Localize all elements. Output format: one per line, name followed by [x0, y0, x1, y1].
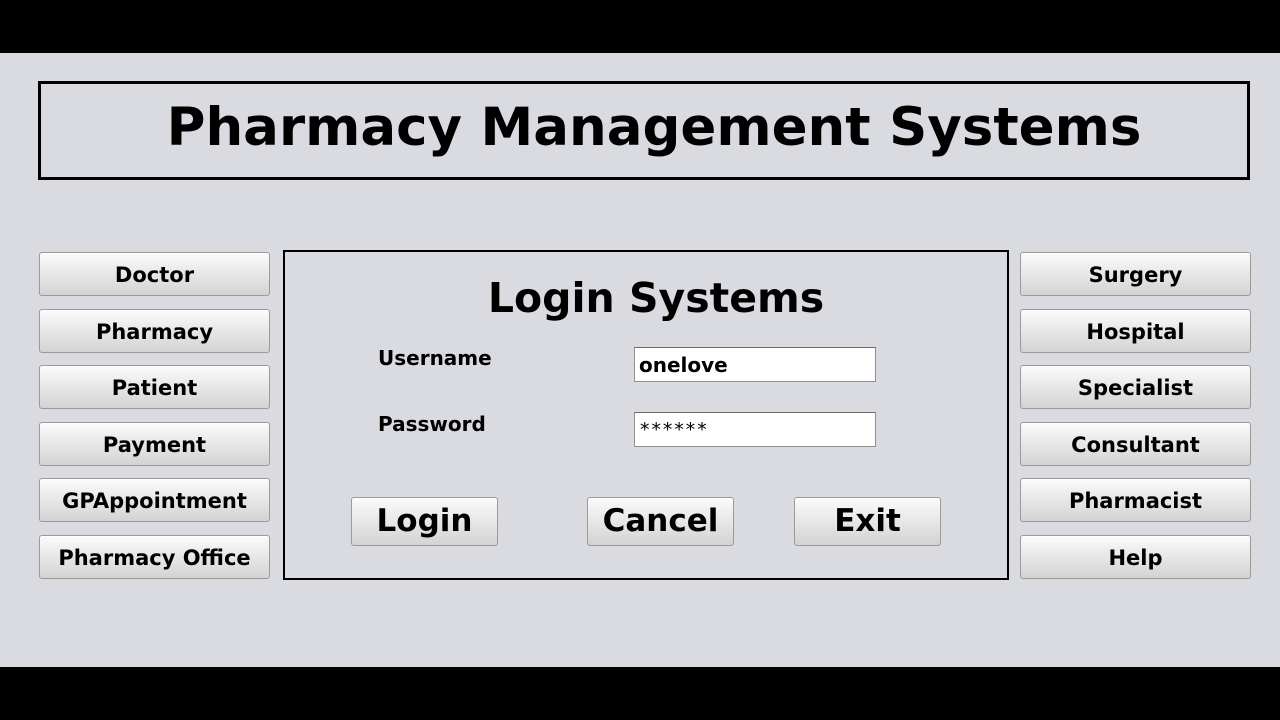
app-title: Pharmacy Management Systems	[166, 97, 1142, 158]
consultant-button[interactable]: Consultant	[1020, 422, 1251, 466]
login-button[interactable]: Login	[351, 497, 498, 546]
title-frame: Pharmacy Management Systems	[38, 81, 1250, 180]
doctor-button[interactable]: Doctor	[39, 252, 270, 296]
login-title: Login Systems	[487, 274, 825, 322]
specialist-button[interactable]: Specialist	[1020, 365, 1251, 409]
pharmacy-office-button[interactable]: Pharmacy Office	[39, 535, 270, 579]
gpappointment-button[interactable]: GPAppointment	[39, 478, 270, 522]
help-button[interactable]: Help	[1020, 535, 1251, 579]
patient-button[interactable]: Patient	[39, 365, 270, 409]
hospital-button[interactable]: Hospital	[1020, 309, 1251, 353]
password-label: Password	[378, 412, 486, 436]
surgery-button[interactable]: Surgery	[1020, 252, 1251, 296]
payment-button[interactable]: Payment	[39, 422, 270, 466]
password-field[interactable]	[634, 412, 876, 447]
cancel-button[interactable]: Cancel	[587, 497, 734, 546]
login-panel: Login Systems Username Password Login Ca…	[283, 250, 1009, 580]
pharmacist-button[interactable]: Pharmacist	[1020, 478, 1251, 522]
username-label: Username	[378, 346, 492, 370]
app-window: Pharmacy Management Systems Doctor Pharm…	[0, 53, 1280, 667]
username-field[interactable]	[634, 347, 876, 382]
pharmacy-button[interactable]: Pharmacy	[39, 309, 270, 353]
exit-button[interactable]: Exit	[794, 497, 941, 546]
